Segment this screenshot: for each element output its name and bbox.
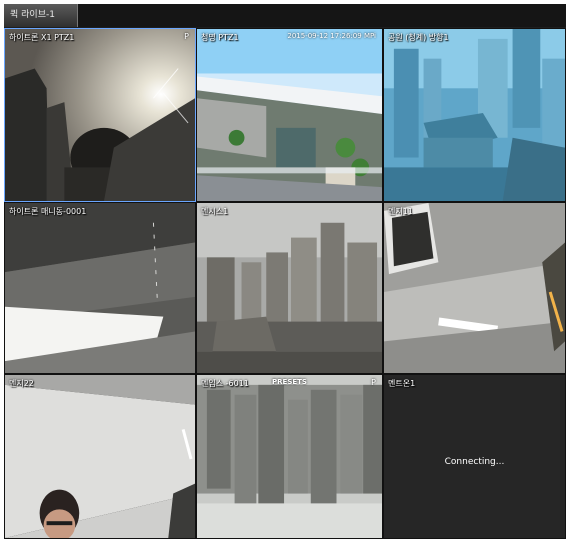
camera-feed-4 — [5, 203, 195, 373]
connecting-status: Connecting... — [444, 457, 505, 467]
camera-tile-3[interactable]: 공원 (청계) 방향1 — [383, 28, 566, 202]
presets-indicator: PRESETS — [272, 378, 307, 386]
camera-mode-1: P — [184, 32, 189, 41]
camera-label-6: 멘지11 — [388, 207, 413, 216]
live-view-window: 퀵 라이브-1 하이트론 X1 PTZ1 P 청명 PTZ1 2015-09-1… — [4, 4, 566, 539]
camera-feed-8 — [197, 375, 382, 538]
camera-feed-1 — [5, 29, 195, 201]
camera-label-4: 하이트론 매니동-0001 — [9, 207, 87, 216]
tab-bar: 퀵 라이브-1 — [4, 4, 566, 27]
tab-quick-live[interactable]: 퀵 라이브-1 — [4, 4, 78, 27]
camera-tile-1[interactable]: 하이트론 X1 PTZ1 P — [4, 28, 196, 202]
camera-feed-5 — [197, 203, 382, 373]
camera-timestamp-2: 2015-09-12 17:26:09 MPi — [287, 32, 376, 40]
camera-label-1: 하이트론 X1 PTZ1 — [9, 33, 75, 42]
camera-label-2: 청명 PTZ1 — [201, 33, 239, 42]
camera-label-7: 멘지22 — [9, 379, 34, 388]
camera-label-9: 멘트온1 — [388, 379, 416, 388]
camera-feed-3 — [384, 29, 565, 201]
camera-tile-4[interactable]: 하이트론 매니동-0001 — [4, 202, 196, 374]
camera-tile-5[interactable]: 멘시스1 — [196, 202, 383, 374]
camera-tile-8[interactable]: 멘임스 -6011 PRESETS P — [196, 374, 383, 539]
camera-tile-6[interactable]: 멘지11 — [383, 202, 566, 374]
camera-tile-2[interactable]: 청명 PTZ1 2015-09-12 17:26:09 MPi — [196, 28, 383, 202]
camera-feed-7 — [5, 375, 195, 538]
camera-label-3: 공원 (청계) 방향1 — [388, 33, 449, 42]
camera-tile-9[interactable]: 멘트온1 Connecting... — [383, 374, 566, 539]
camera-tile-7[interactable]: 멘지22 — [4, 374, 196, 539]
camera-grid: 하이트론 X1 PTZ1 P 청명 PTZ1 2015-09-12 17:26:… — [4, 28, 566, 539]
camera-feed-2 — [197, 29, 382, 201]
camera-label-5: 멘시스1 — [201, 207, 229, 216]
camera-mode-8: P — [371, 378, 376, 387]
camera-feed-6 — [384, 203, 565, 373]
